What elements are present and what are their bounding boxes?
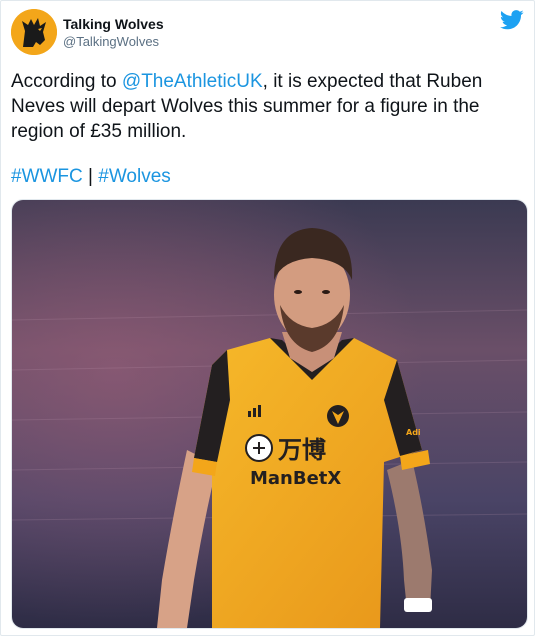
tweet-photo[interactable]: 万博 ManBetX Adi — [11, 199, 528, 629]
avatar[interactable] — [11, 9, 57, 55]
shirt-sponsor: ManBetX — [250, 468, 341, 489]
hashtag-line: #WWFC | #Wolves — [11, 164, 171, 189]
sleeve-sponsor: Adi — [406, 428, 421, 437]
hashtag-wwfc[interactable]: #WWFC — [11, 166, 83, 187]
wolf-logo-icon — [11, 9, 57, 55]
tweet-card: Talking Wolves @TalkingWolves According … — [0, 0, 535, 636]
display-name[interactable]: Talking Wolves — [63, 15, 164, 33]
user-handle[interactable]: @TalkingWolves — [63, 33, 164, 51]
hashtag-separator: | — [82, 166, 99, 187]
twitter-bird-icon[interactable] — [499, 9, 524, 33]
tweet-header: Talking Wolves @TalkingWolves — [11, 9, 526, 57]
hashtag-wolves[interactable]: #Wolves — [98, 166, 171, 187]
tweet-text: According to @TheAthleticUK, it is expec… — [11, 69, 523, 144]
shirt-sponsor-chinese: 万博 — [278, 436, 326, 464]
tweet-text-before: According to — [11, 71, 122, 92]
mention-link[interactable]: @TheAthleticUK — [122, 71, 263, 92]
author-info: Talking Wolves @TalkingWolves — [63, 15, 164, 51]
